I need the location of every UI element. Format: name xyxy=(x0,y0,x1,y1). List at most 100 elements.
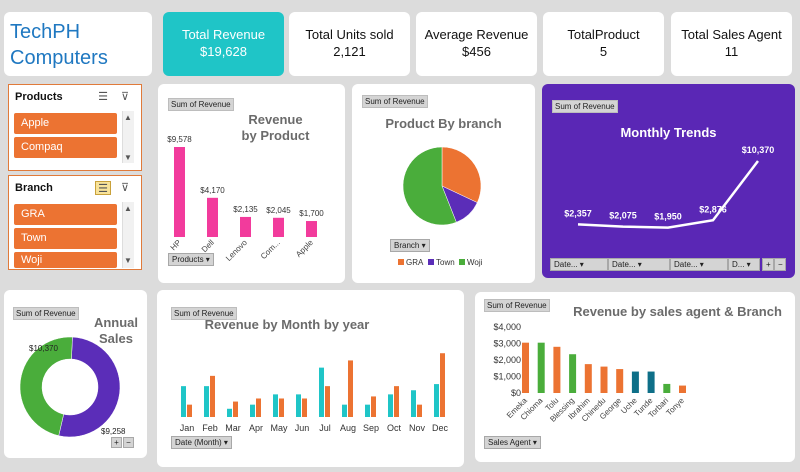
slicer-item-compaq[interactable]: Compaq xyxy=(14,137,117,158)
data-label: $4,170 xyxy=(200,186,225,195)
data-label: $10,370 xyxy=(742,145,775,155)
tick-label: Jul xyxy=(319,423,331,433)
bar xyxy=(273,217,284,237)
date-filter-button[interactable]: Date... ▾ xyxy=(550,258,608,271)
kpi-total-product: TotalProduct 5 xyxy=(543,12,664,76)
tick-label: Jun xyxy=(295,423,310,433)
data-label: $2,075 xyxy=(609,211,637,221)
tick-label: HP xyxy=(169,238,183,252)
month-filter-button[interactable]: Date (Month) ▾ xyxy=(171,436,232,449)
clear-filter-icon[interactable]: ⊽ xyxy=(117,90,133,104)
product-by-branch-chart: GRA Town Woji xyxy=(398,146,483,267)
bar xyxy=(600,366,608,393)
bar xyxy=(250,404,255,417)
tick-label: Lenovo xyxy=(224,238,249,263)
bar xyxy=(394,386,399,417)
monthly-trends-chart: $2,357 $2,075 $1,950 $2,876 $10,370 xyxy=(564,145,775,229)
y-tick-label: $1,000 xyxy=(493,372,521,382)
bar xyxy=(227,408,232,417)
bar xyxy=(584,364,592,393)
expand-button[interactable]: + xyxy=(762,258,774,271)
tick-label: Oct xyxy=(387,423,402,433)
bar xyxy=(302,398,307,417)
collapse-button[interactable]: − xyxy=(774,258,786,271)
bar xyxy=(553,346,561,393)
bar xyxy=(233,401,238,417)
data-label: $2,357 xyxy=(564,208,592,218)
bar xyxy=(273,394,278,417)
brand-title-line2: Computers xyxy=(10,47,108,69)
tick-label: Feb xyxy=(202,423,218,433)
revenue-by-agent-card: Sum of Revenue Revenue by sales agent & … xyxy=(475,292,795,462)
legend-label: Woji xyxy=(467,258,483,267)
bar xyxy=(522,342,529,393)
revenue-by-month-card: Sum of Revenue Revenue by Month by year … xyxy=(157,290,464,467)
slicer-item-woji[interactable]: Woji xyxy=(14,252,117,268)
bar xyxy=(348,360,353,417)
tick-label: Nov xyxy=(409,423,426,433)
slicer-item-gra[interactable]: GRA xyxy=(14,204,117,225)
branch-slicer-title: Branch xyxy=(15,182,53,194)
annual-sales-card: Sum of Revenue Annual Sales $10,370 $9,25… xyxy=(4,290,147,458)
date-filter-button[interactable]: D... ▾ xyxy=(728,258,760,271)
clear-filter-icon[interactable]: ⊽ xyxy=(117,181,133,195)
branch-filter-button[interactable]: Branch ▾ xyxy=(390,239,430,252)
product-by-branch-card: Sum of Revenue Product By branch GRA Town… xyxy=(352,84,535,283)
data-label: $9,258 xyxy=(101,427,126,436)
data-label: $2,876 xyxy=(699,204,727,214)
bar xyxy=(679,385,686,393)
y-tick-label: $2,000 xyxy=(493,355,521,365)
legend-swatch xyxy=(459,259,465,265)
date-filter-button[interactable]: Date... ▾ xyxy=(608,258,670,271)
bar xyxy=(434,384,439,417)
scroll-down-icon[interactable]: ▼ xyxy=(122,153,134,162)
date-filter-button[interactable]: Date... ▾ xyxy=(670,258,728,271)
collapse-button[interactable]: − xyxy=(123,437,134,448)
bar xyxy=(663,383,671,393)
annual-sales-chart: $10,370 $9,258 xyxy=(19,336,126,438)
expand-button[interactable]: + xyxy=(111,437,122,448)
bar xyxy=(365,404,370,417)
revenue-by-product-card: Sum of Revenue Revenue by Product $9,578… xyxy=(158,84,345,283)
bar xyxy=(342,404,347,417)
bar xyxy=(204,386,209,417)
kpi-total-units: Total Units sold 2,121 xyxy=(289,12,410,76)
scroll-up-icon[interactable]: ▲ xyxy=(122,204,134,213)
data-label: $9,578 xyxy=(167,135,192,144)
bar xyxy=(631,371,639,393)
bar xyxy=(371,396,376,417)
products-slicer: Products ☰ ⊽ Apple Compaq ▲ ▼ xyxy=(8,84,142,171)
bar xyxy=(411,390,416,417)
scroll-up-icon[interactable]: ▲ xyxy=(122,113,134,122)
tick-label: Jan xyxy=(180,423,195,433)
bar xyxy=(537,342,545,393)
tick-label: Mar xyxy=(225,423,241,433)
products-slicer-title: Products xyxy=(15,91,63,103)
tick-label: May xyxy=(270,423,288,433)
slicer-item-apple[interactable]: Apple xyxy=(14,113,117,134)
tick-label: Dec xyxy=(432,423,449,433)
bar xyxy=(440,353,445,417)
products-filter-button[interactable]: Products ▾ xyxy=(168,253,214,266)
multi-select-icon[interactable]: ☰ xyxy=(95,181,111,195)
legend-label: Town xyxy=(436,258,455,267)
kpi-total-sales-agent: Total Sales Agent 11 xyxy=(671,12,792,76)
multi-select-icon[interactable]: ☰ xyxy=(95,90,111,104)
bar xyxy=(417,404,422,417)
scroll-down-icon[interactable]: ▼ xyxy=(122,256,134,265)
brand-title-line1: TechPH xyxy=(10,21,81,43)
data-label: $1,700 xyxy=(299,209,324,218)
bar xyxy=(325,386,330,417)
bar xyxy=(616,369,624,393)
bar xyxy=(240,216,251,237)
bar xyxy=(207,197,218,237)
bar xyxy=(569,354,577,393)
bar xyxy=(296,394,301,417)
sales-agent-filter-button[interactable]: Sales Agent ▾ xyxy=(484,436,541,449)
legend-swatch xyxy=(398,259,404,265)
slicer-item-town[interactable]: Town xyxy=(14,228,117,249)
bar xyxy=(388,394,393,417)
bar xyxy=(210,375,215,417)
legend-swatch xyxy=(428,259,434,265)
tick-label: Dell xyxy=(200,238,216,254)
